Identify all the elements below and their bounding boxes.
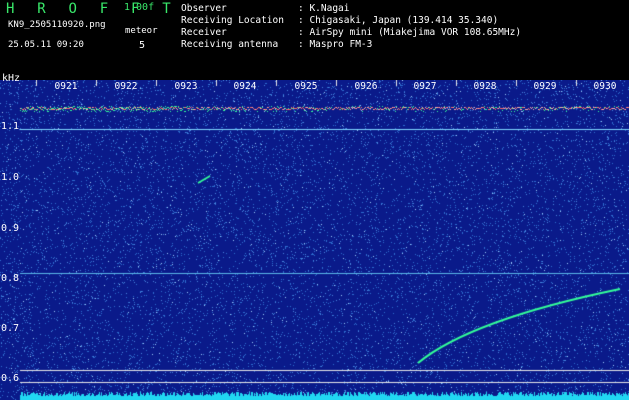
x-tick-label: 0924 xyxy=(233,81,257,92)
observer-value: : K.Nagai xyxy=(298,3,350,14)
x-tick-label: 0927 xyxy=(413,81,437,92)
observer-label: Observer xyxy=(181,3,227,14)
x-tick-label: 0928 xyxy=(473,81,497,92)
x-tick-label: 0923 xyxy=(174,81,198,92)
x-tick-label: 0929 xyxy=(533,81,557,92)
antenna-value: : Maspro FM-3 xyxy=(298,39,373,50)
receiver-label: Receiver xyxy=(181,27,227,38)
x-tick-label: 0922 xyxy=(114,81,138,92)
x-tick-label: 0930 xyxy=(593,81,617,92)
x-tick-label: 0925 xyxy=(294,81,318,92)
y-tick-label: 0.7 xyxy=(1,323,20,334)
meteor-label: meteor xyxy=(125,26,158,36)
x-tick-label: 0921 xyxy=(54,81,78,92)
y-tick-label: 0.9 xyxy=(1,223,20,234)
y-tick-label: 1.1 xyxy=(1,121,20,132)
antenna-label: Receiving antenna xyxy=(181,39,279,50)
receiver-value: : AirSpy mini (Miakejima VOR 108.65MHz) xyxy=(298,27,522,38)
file-name: KN9_2505110920.png xyxy=(8,20,106,30)
y-tick-label: 0.6 xyxy=(1,373,20,384)
location-label: Receiving Location xyxy=(181,15,284,26)
y-tick-label: 0.8 xyxy=(1,273,20,284)
y-axis-unit: kHz xyxy=(2,73,21,84)
app-version: 1.00f xyxy=(124,2,155,13)
spectrogram-canvas xyxy=(0,80,629,400)
meteor-count: 5 xyxy=(139,40,146,51)
date-time: 25.05.11 09:20 xyxy=(8,40,84,50)
location-value: : Chigasaki, Japan (139.414 35.340) xyxy=(298,15,499,26)
hrofft-window: H R O F F T 1.00f KN9_2505110920.png 25.… xyxy=(0,0,629,400)
y-tick-label: 1.0 xyxy=(1,172,20,183)
x-tick-label: 0926 xyxy=(354,81,378,92)
